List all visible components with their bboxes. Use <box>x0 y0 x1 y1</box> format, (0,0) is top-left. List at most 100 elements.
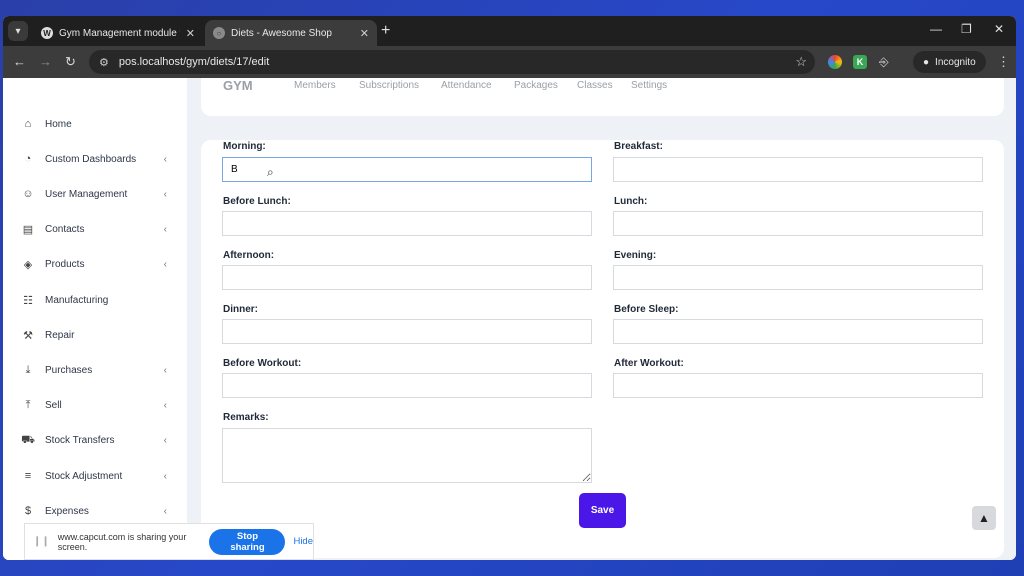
sidebar-item-label: Stock Adjustment <box>45 470 123 482</box>
window-close-icon[interactable]: ✕ <box>994 22 1004 36</box>
sidebar-item-label: Expenses <box>45 505 89 517</box>
truck-icon: ⛟ <box>21 433 35 446</box>
address-bar: ← → ↻ ⚙ pos.localhost/gym/diets/17/edit … <box>3 46 1016 78</box>
stop-sharing-button[interactable]: Stop sharing <box>209 528 286 555</box>
globe-icon: ○ <box>213 27 225 39</box>
cube-icon: ◈ <box>23 259 33 272</box>
sidebar-item-repair[interactable]: ⚒ Repair <box>3 320 187 350</box>
chevron-left-icon: ‹ <box>163 505 167 517</box>
sidebar-item-custom-dashboards[interactable]: ◔ Custom Dashboards ‹ <box>3 144 187 174</box>
hide-share-bar-link[interactable]: Hide <box>293 536 313 547</box>
after-workout-input[interactable] <box>613 373 983 398</box>
before-workout-input[interactable] <box>222 373 592 398</box>
incognito-icon: ● <box>923 56 930 68</box>
nav-packages[interactable]: Packages <box>514 80 558 91</box>
nav-settings[interactable]: Settings <box>631 80 667 91</box>
evening-input[interactable] <box>613 265 983 290</box>
extensions-puzzle-icon[interactable]: ⎆ <box>879 55 893 69</box>
restore-icon[interactable]: ❐ <box>961 22 972 36</box>
before-lunch-input[interactable] <box>222 211 592 236</box>
sidebar-item-label: Custom Dashboards <box>45 153 137 165</box>
url-text: pos.localhost/gym/diets/17/edit <box>118 56 270 68</box>
browser-tab-gym-module[interactable]: W Gym Management module for ✕ <box>33 20 203 46</box>
breakfast-input[interactable] <box>613 157 983 182</box>
sidebar-item-user-management[interactable]: ☺ User Management ‹ <box>3 179 187 209</box>
close-icon[interactable]: ✕ <box>186 27 195 40</box>
sidebar-item-label: Repair <box>45 329 75 341</box>
afternoon-input[interactable] <box>222 265 592 290</box>
nav-members[interactable]: Members <box>294 80 336 91</box>
sidebar-item-home[interactable]: ⌂ Home <box>3 109 187 139</box>
lunch-input[interactable] <box>613 211 983 236</box>
gym-top-nav: GYM Members Subscriptions Attendance Pac… <box>201 78 1004 116</box>
before-sleep-label: Before Sleep: <box>614 304 679 315</box>
sidebar-item-label: User Management <box>45 188 128 200</box>
wrench-icon: ⚒ <box>23 329 33 342</box>
text-cursor-icon: ⌕ <box>267 165 274 179</box>
tab-title: Diets - Awesome Shop <box>231 27 332 39</box>
color-extension-icon[interactable] <box>828 55 842 69</box>
sidebar-item-contacts[interactable]: ▤ Contacts ‹ <box>3 215 187 245</box>
evening-label: Evening: <box>614 250 657 261</box>
back-icon[interactable]: ← <box>13 54 26 69</box>
sidebar-item-sell[interactable]: ⤒ Sell ‹ <box>3 391 187 421</box>
bookmark-star-icon[interactable]: ☆ <box>795 54 807 70</box>
factory-icon: ☷ <box>23 294 33 307</box>
before-sleep-input[interactable] <box>613 319 983 344</box>
chevron-up-icon: ▲ <box>978 511 990 525</box>
upload-icon: ⤒ <box>25 399 31 412</box>
afternoon-label: Afternoon: <box>223 250 275 261</box>
contacts-icon: ▤ <box>22 224 34 237</box>
chevron-left-icon: ‹ <box>163 259 167 271</box>
sidebar-item-label: Manufacturing <box>45 294 109 306</box>
breakfast-label: Breakfast: <box>614 141 663 152</box>
before-lunch-label: Before Lunch: <box>223 196 291 207</box>
sidebar-item-purchases[interactable]: ⤓ Purchases ‹ <box>3 355 187 385</box>
money-icon: $ <box>24 505 32 518</box>
forward-icon[interactable]: → <box>39 54 52 69</box>
tab-search-icon[interactable]: ▾ <box>8 21 28 41</box>
new-tab-icon[interactable]: + <box>381 22 390 40</box>
dinner-input[interactable] <box>222 319 592 344</box>
sidebar-item-label: Stock Transfers <box>45 435 115 447</box>
sidebar-item-stock-transfers[interactable]: ⛟ Stock Transfers ‹ <box>3 426 187 456</box>
sidebar-item-label: Purchases <box>45 364 93 376</box>
minimize-icon[interactable]: — <box>930 22 942 36</box>
users-icon: ☺ <box>22 188 34 201</box>
incognito-badge[interactable]: ● Incognito <box>913 51 986 73</box>
dinner-label: Dinner: <box>223 304 258 315</box>
k-extension-icon[interactable]: K <box>853 55 867 69</box>
morning-input[interactable] <box>222 157 592 182</box>
remarks-textarea[interactable] <box>222 428 592 483</box>
browser-tab-diets[interactable]: ○ Diets - Awesome Shop ✕ <box>205 20 377 46</box>
chevron-left-icon: ‹ <box>163 153 167 165</box>
close-icon[interactable]: ✕ <box>360 27 369 40</box>
save-button[interactable]: Save <box>579 493 626 528</box>
sidebar-item-products[interactable]: ◈ Products ‹ <box>3 250 187 280</box>
sidebar-item-stock-adjustment[interactable]: ≡ Stock Adjustment ‹ <box>3 461 187 491</box>
site-info-icon[interactable]: ⚙ <box>99 56 109 69</box>
after-workout-label: After Workout: <box>614 358 684 369</box>
chevron-left-icon: ‹ <box>163 188 167 200</box>
drag-handle-icon[interactable]: ❙❙ <box>33 536 50 547</box>
url-bar[interactable]: ⚙ pos.localhost/gym/diets/17/edit ☆ <box>89 50 815 74</box>
wordpress-icon: W <box>41 27 53 39</box>
gym-logo: GYM <box>223 78 253 93</box>
morning-label: Morning: <box>223 141 266 152</box>
sidebar-item-label: Contacts <box>45 224 85 236</box>
screen-share-bar: ❙❙ www.capcut.com is sharing your screen… <box>24 523 314 560</box>
chevron-left-icon: ‹ <box>163 224 167 236</box>
sidebar-item-expenses[interactable]: $ Expenses ‹ <box>3 496 187 526</box>
nav-subscriptions[interactable]: Subscriptions <box>359 80 419 91</box>
nav-attendance[interactable]: Attendance <box>441 80 492 91</box>
menu-kebab-icon[interactable]: ⋮ <box>997 54 1010 70</box>
sidebar-item-label: Sell <box>45 400 62 412</box>
database-icon: ≡ <box>24 470 32 482</box>
sidebar-item-manufacturing[interactable]: ☷ Manufacturing <box>3 285 187 315</box>
reload-icon[interactable]: ↻ <box>65 54 76 70</box>
chevron-left-icon: ‹ <box>163 364 167 376</box>
nav-classes[interactable]: Classes <box>577 80 613 91</box>
scroll-to-top-button[interactable]: ▲ <box>972 506 996 530</box>
home-icon: ⌂ <box>24 118 32 130</box>
remarks-label: Remarks: <box>223 412 269 423</box>
